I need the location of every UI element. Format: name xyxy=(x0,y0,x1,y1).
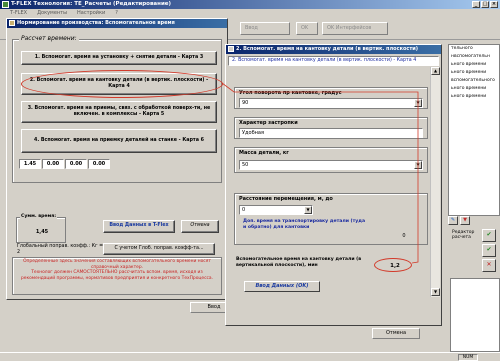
connector-line xyxy=(221,82,419,264)
